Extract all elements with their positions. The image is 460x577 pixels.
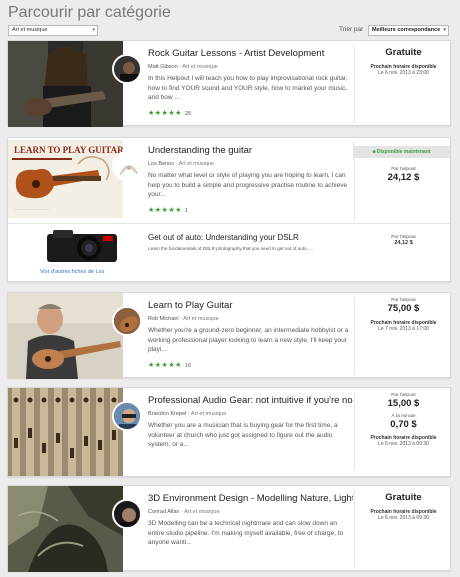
chevron-down-icon: ▾ [443, 27, 446, 33]
helpout-description: In this Helpout I will teach you how to … [148, 75, 348, 101]
rating-count: 1 [184, 208, 188, 214]
price: 24,12 $ [387, 172, 420, 183]
helpout-title[interactable]: Understanding the guitar [148, 145, 353, 156]
minute-price: 0,70 $ [390, 419, 417, 430]
helpout-description: Whether you're a ground-zero beginner, a… [148, 327, 349, 353]
helpout-thumbnail[interactable] [8, 293, 123, 379]
sort-select-value: Meilleure correspondance [372, 27, 441, 33]
svg-text:..............................: ........................................… [14, 207, 50, 211]
rating-count: 16 [184, 363, 192, 369]
helpout-card[interactable]: Professional Audio Gear: not intuitive i… [7, 387, 451, 477]
next-slot-date: Le 6 nov. 2013 à 23:00 [378, 70, 429, 76]
sort-label: Trier par [339, 26, 364, 33]
next-slot-date: Le 7 nov. 2013 à 17:00 [378, 326, 429, 332]
next-slot-date: Le 6 nov. 2013 à 09:30 [378, 441, 429, 447]
sub-listing-description: Learn the fundamentals of DSLR photograp… [148, 246, 313, 251]
author-name[interactable]: Rob Michael [148, 316, 179, 322]
price-panel: Par helpout 15,00 $ À la minute 0,70 $ P… [355, 393, 452, 447]
price-panel: Par helpout 24,12 $ [355, 167, 452, 183]
helpout-card[interactable]: Learn to Play Guitar Rob Michael · Art e… [7, 292, 452, 379]
video-camera-icon: ■ [372, 149, 376, 155]
sub-price-panel: Par helpout 24,12 $ [355, 235, 452, 246]
helpout-title[interactable]: Learn to Play Guitar [148, 300, 353, 311]
author-avatar[interactable] [112, 499, 142, 529]
helpout-author: Los Benos · Art et musique [148, 161, 215, 167]
rating-count: 25 [184, 111, 192, 117]
sub-listing-title[interactable]: Get out of auto: Understanding your DSLR [148, 233, 299, 242]
sub-listing-thumbnail[interactable] [41, 226, 123, 266]
price: 75,00 $ [387, 303, 420, 314]
star-rating: ★★★★★ 25 [148, 109, 191, 117]
helpout-thumbnail[interactable] [8, 388, 123, 476]
price: 15,00 $ [387, 398, 420, 409]
helpout-description: Whether you are a musician that is buyin… [148, 422, 338, 448]
helpout-card[interactable]: 3D Environment Design - Modelling Nature… [7, 485, 452, 572]
author-avatar[interactable] [112, 306, 142, 336]
author-name[interactable]: Brandon Krepel [148, 411, 186, 417]
author-avatar[interactable] [112, 54, 142, 84]
price: Gratuite [385, 47, 422, 58]
sub-listing[interactable]: Get out of auto: Understanding your DSLR… [8, 224, 450, 268]
author-name[interactable]: Los Benos [148, 161, 174, 167]
author-name[interactable]: Matt Gibson [148, 64, 178, 70]
helpout-author: Matt Gibson · Art et musique [148, 64, 218, 70]
stars-icon: ★★★★★ [148, 110, 182, 117]
helpout-author: Conrad Allan · Art et musique [148, 509, 220, 515]
availability-text: Disponible maintenant [376, 149, 431, 155]
category-select-value: Art et musique [12, 27, 48, 33]
sort-select[interactable]: Meilleure correspondance ▾ [368, 25, 449, 36]
helpout-thumbnail[interactable]: LEARN TO PLAY GUITAR ...................… [8, 140, 123, 218]
stars-icon: ★★★★★ [148, 207, 182, 214]
author-category: Art et musique [182, 64, 218, 70]
stars-icon: ★★★★★ [148, 362, 182, 369]
page-title: Parcourir par catégorie [8, 4, 171, 21]
next-slot-date: Le 6 nov. 2013 à 09:30 [378, 515, 429, 521]
helpout-card[interactable]: Rock Guitar Lessons - Artist Development… [7, 40, 452, 127]
price-panel: Gratuite Prochain horaire disponible Le … [355, 492, 452, 521]
author-category: Art et musique [183, 316, 219, 322]
helpout-thumbnail[interactable] [8, 486, 123, 572]
chevron-down-icon: ▾ [92, 27, 95, 33]
category-select[interactable]: Art et musique ▾ [8, 25, 98, 36]
availability-badge: ■ Disponible maintenant [353, 146, 450, 158]
author-avatar[interactable] [112, 401, 142, 431]
price: 24,12 $ [394, 240, 413, 246]
price: Gratuite [385, 492, 422, 503]
more-listings-link[interactable]: Voir d'autres fiches de Los [40, 269, 104, 275]
helpout-title[interactable]: Professional Audio Gear: not intuitive i… [148, 395, 353, 406]
helpout-description: 3D Modelling can be a technical nightmar… [148, 520, 344, 546]
thumbnail-heading: LEARN TO PLAY GUITAR [14, 145, 123, 155]
author-avatar[interactable] [112, 151, 142, 181]
star-rating: ★★★★★ 1 [148, 206, 188, 214]
helpout-title[interactable]: Rock Guitar Lessons - Artist Development [148, 48, 353, 59]
price-panel: Par helpout 75,00 $ Prochain horaire dis… [355, 298, 452, 332]
author-category: Art et musique [190, 411, 227, 417]
price-panel: Gratuite Prochain horaire disponible Le … [355, 47, 452, 76]
star-rating: ★★★★★ 16 [148, 361, 191, 369]
helpout-author: Rob Michael · Art et musique [148, 316, 219, 322]
helpout-author: Brandon Krepel · Art et musique [148, 411, 227, 417]
helpout-thumbnail[interactable] [8, 41, 123, 127]
author-category: Art et musique [184, 509, 220, 515]
helpout-title[interactable]: 3D Environment Design - Modelling Nature… [148, 493, 353, 504]
author-category: Art et musique [178, 161, 215, 167]
helpout-card[interactable]: LEARN TO PLAY GUITAR ...................… [7, 137, 451, 282]
helpout-description: No matter what level or style of playing… [148, 172, 348, 198]
author-name[interactable]: Conrad Allan [148, 509, 180, 515]
